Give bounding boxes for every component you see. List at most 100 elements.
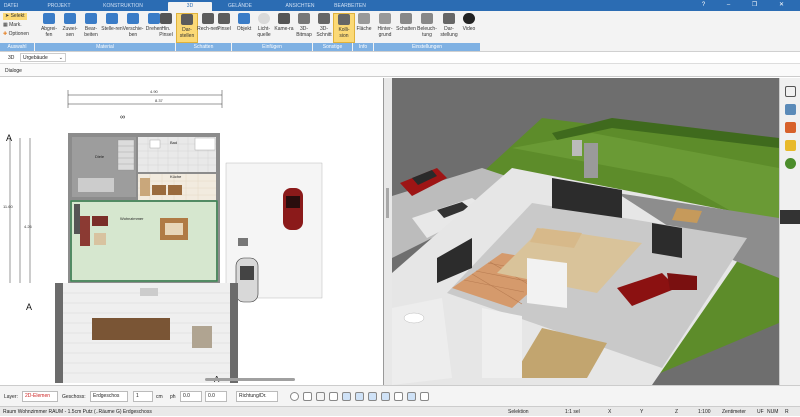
monitor-icon	[443, 13, 455, 24]
schnitt-button[interactable]: 3D-Schnitt	[313, 13, 335, 43]
arc-tool-icon[interactable]	[355, 392, 364, 401]
status-bar: Raum Wohnzimmer RAUM - 1.5cm Putz (..Räu…	[0, 406, 800, 416]
label-bad: Bad	[170, 140, 177, 145]
shadow-house-icon	[400, 13, 412, 24]
line-tool-icon[interactable]	[342, 392, 351, 401]
group-auswahl: Auswahl	[0, 43, 34, 51]
play-icon	[463, 13, 475, 24]
pinsel-button[interactable]: Pinsel	[213, 13, 235, 43]
catalog-icon[interactable]	[785, 104, 796, 115]
stairs	[117, 139, 135, 171]
geschoss-select[interactable]: Erdgeschos	[90, 391, 128, 402]
grid-icon[interactable]	[394, 392, 403, 401]
tab-projekt[interactable]: PROJEKT	[46, 2, 72, 11]
bitmap-button[interactable]: 3D-Bitmap	[293, 13, 315, 43]
ph-input[interactable]: 0.0	[180, 391, 202, 402]
dialog-label[interactable]: Dialoge	[5, 68, 22, 74]
paint-brush-icon	[218, 13, 230, 24]
angle-input[interactable]: 0.0	[205, 391, 227, 402]
hinpinsel-button[interactable]: Hin. Pinsel	[155, 13, 177, 43]
splitter-handle[interactable]	[386, 188, 389, 218]
eye-icon[interactable]	[329, 392, 338, 401]
width-input[interactable]: 1	[133, 391, 153, 402]
ribbon: ➤ Selekt ▦ Mark. ✚ Optionen Abgrei-fen Z…	[0, 11, 800, 52]
layers-icon[interactable]	[785, 86, 796, 97]
bitmap-icon	[298, 13, 310, 24]
pipette-icon	[43, 13, 55, 24]
car-white	[235, 257, 259, 303]
window-controls[interactable]: ? – ❐ ✕	[702, 1, 794, 8]
3d-view[interactable]	[392, 78, 779, 385]
mark-button[interactable]: ▦ Mark.	[3, 22, 22, 29]
tab-gelaende[interactable]: GELÄNDE	[225, 2, 255, 11]
tab-datei[interactable]: DATEI	[2, 2, 20, 11]
panel-menu-icon[interactable]	[780, 210, 800, 224]
lighting-house-icon	[421, 13, 433, 24]
record-icon[interactable]	[290, 392, 299, 401]
dimension-top-2: 8.37	[155, 98, 164, 103]
video-button[interactable]: Video	[458, 13, 480, 43]
dimension-top-1: 4.90	[150, 89, 159, 94]
tab-bearbeiten[interactable]: BEARBEITEN	[332, 2, 368, 11]
dimension-left-2: 4.26	[24, 224, 33, 229]
measure-icon[interactable]	[420, 392, 429, 401]
north-marker: ∞	[120, 114, 125, 121]
menu-tab-bar: DATEI PROJEKT KONSTRUKTION 3D GELÄNDE AN…	[0, 0, 800, 11]
pen-icon[interactable]	[316, 392, 325, 401]
mode-label: 3D	[8, 55, 15, 61]
tab-3d[interactable]: 3D	[168, 2, 212, 11]
view-subbar: 3D Urgebäude ⌄	[0, 52, 800, 64]
direction-select[interactable]: Richtung/Dr.	[236, 391, 278, 402]
kamera-button[interactable]: Kame-ra	[273, 13, 295, 43]
bearbeiten-button[interactable]: Bear-beiten	[80, 13, 102, 43]
ph-label: ph	[170, 394, 176, 400]
tree-icon[interactable]	[785, 158, 796, 169]
geschoss-label: Geschoss:	[62, 394, 86, 400]
snap-icon[interactable]	[303, 392, 312, 401]
lichtquelle-button[interactable]: Licht-quelle	[253, 13, 275, 43]
select-button[interactable]: ➤ Selekt	[3, 13, 27, 20]
group-sonstige: Sonstige	[313, 43, 352, 51]
polyline-tool-icon[interactable]	[381, 392, 390, 401]
materials-icon[interactable]	[785, 122, 796, 133]
edit-icon	[85, 13, 97, 24]
section-marker-a-top: A	[6, 133, 12, 143]
tab-konstruktion[interactable]: KONSTRUKTION	[103, 2, 143, 11]
ortho-icon[interactable]	[407, 392, 416, 401]
beleuchtung-button[interactable]: Beleuch-tung	[416, 13, 438, 43]
group-einfuegen: Einfügen	[232, 43, 312, 51]
kollision-button[interactable]: Kolli-sion	[333, 13, 355, 43]
angle-tool-icon[interactable]	[368, 392, 377, 401]
hintergrund-button[interactable]: Hinter-grund	[374, 13, 396, 43]
group-schatten: Schatten	[176, 43, 231, 51]
flaeche-button[interactable]: Fläche	[353, 13, 375, 43]
zuweisen-button[interactable]: Zuwei-sen	[59, 13, 81, 43]
objekt-button[interactable]: Objekt	[233, 13, 255, 43]
stellen-button[interactable]: Stelle-ren	[101, 13, 123, 43]
terrace-table	[92, 318, 170, 340]
chevron-down-icon: ⌄	[58, 55, 63, 61]
floor-plan-view[interactable]: 4.90 8.37 11.60 4.26 A A ∞ Diele Bad Küc…	[0, 78, 384, 385]
abgreifen-button[interactable]: Abgrei-fen	[38, 13, 60, 43]
group-info: Info	[353, 43, 373, 51]
camera-icon	[278, 13, 290, 24]
darstellen-button[interactable]: Dar-stellen	[176, 13, 198, 43]
plan-scrollbar[interactable]	[205, 378, 295, 381]
verschieben-button[interactable]: Verschie-ben	[122, 13, 144, 43]
assign-icon	[64, 13, 76, 24]
tab-ansichten[interactable]: ANSICHTEN	[283, 2, 317, 11]
color-palette-icon[interactable]	[785, 140, 796, 151]
collision-icon	[338, 14, 350, 25]
view-select[interactable]: Urgebäude ⌄	[20, 53, 66, 62]
view-splitter[interactable]	[384, 78, 392, 385]
options-button[interactable]: ✚ Optionen	[3, 31, 29, 38]
schatten-button[interactable]: Schatten	[395, 13, 417, 43]
darstellung-button[interactable]: Dar-stellung	[438, 13, 460, 43]
brush-icon	[160, 13, 172, 24]
group-einstellungen: Einstellungen	[374, 43, 480, 51]
move-icon	[127, 13, 139, 24]
3d-scene-drawing	[392, 118, 779, 385]
section-icon	[318, 13, 330, 24]
group-material: Material	[35, 43, 175, 51]
layer-select[interactable]: 2D-Elemen	[22, 391, 58, 402]
